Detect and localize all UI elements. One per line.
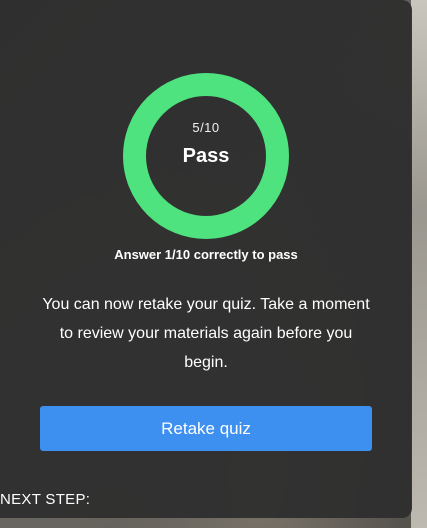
next-step-label: NEXT STEP: (0, 491, 91, 508)
retake-message: You can now retake your quiz. Take a mom… (42, 296, 370, 371)
pass-status: Pass (182, 145, 230, 167)
score-text: 5/10 (192, 120, 220, 135)
quiz-result-card: 5/10 Pass Answer 1/10 correctly to pass … (0, 0, 412, 518)
background-edge (411, 0, 427, 528)
retake-quiz-button[interactable]: Retake quiz (40, 406, 372, 451)
pass-requirement: Answer 1/10 correctly to pass (114, 247, 298, 262)
